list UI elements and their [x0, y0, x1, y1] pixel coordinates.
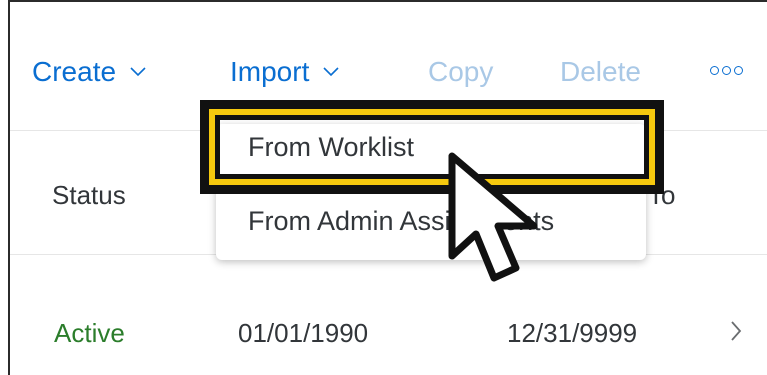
create-button[interactable]: Create: [32, 58, 146, 86]
more-options-icon[interactable]: [710, 66, 743, 75]
create-label: Create: [32, 56, 117, 87]
end-date-cell: 12/31/9999: [507, 318, 638, 348]
chevron-right-icon[interactable]: [730, 320, 742, 347]
mouse-pointer-icon: [448, 152, 548, 297]
import-button[interactable]: Import: [230, 58, 339, 86]
column-header-status: Status: [52, 180, 126, 210]
highlight-box: [200, 100, 664, 194]
app-frame: Create Import Copy Delete Status To Acti…: [8, 0, 767, 375]
status-cell: Active: [54, 318, 125, 348]
import-label: Import: [230, 56, 310, 87]
start-date-cell: 01/01/1990: [238, 318, 369, 348]
delete-button[interactable]: Delete: [560, 58, 641, 86]
copy-button[interactable]: Copy: [428, 58, 493, 86]
chevron-down-icon: [323, 67, 339, 77]
chevron-down-icon: [130, 67, 146, 77]
